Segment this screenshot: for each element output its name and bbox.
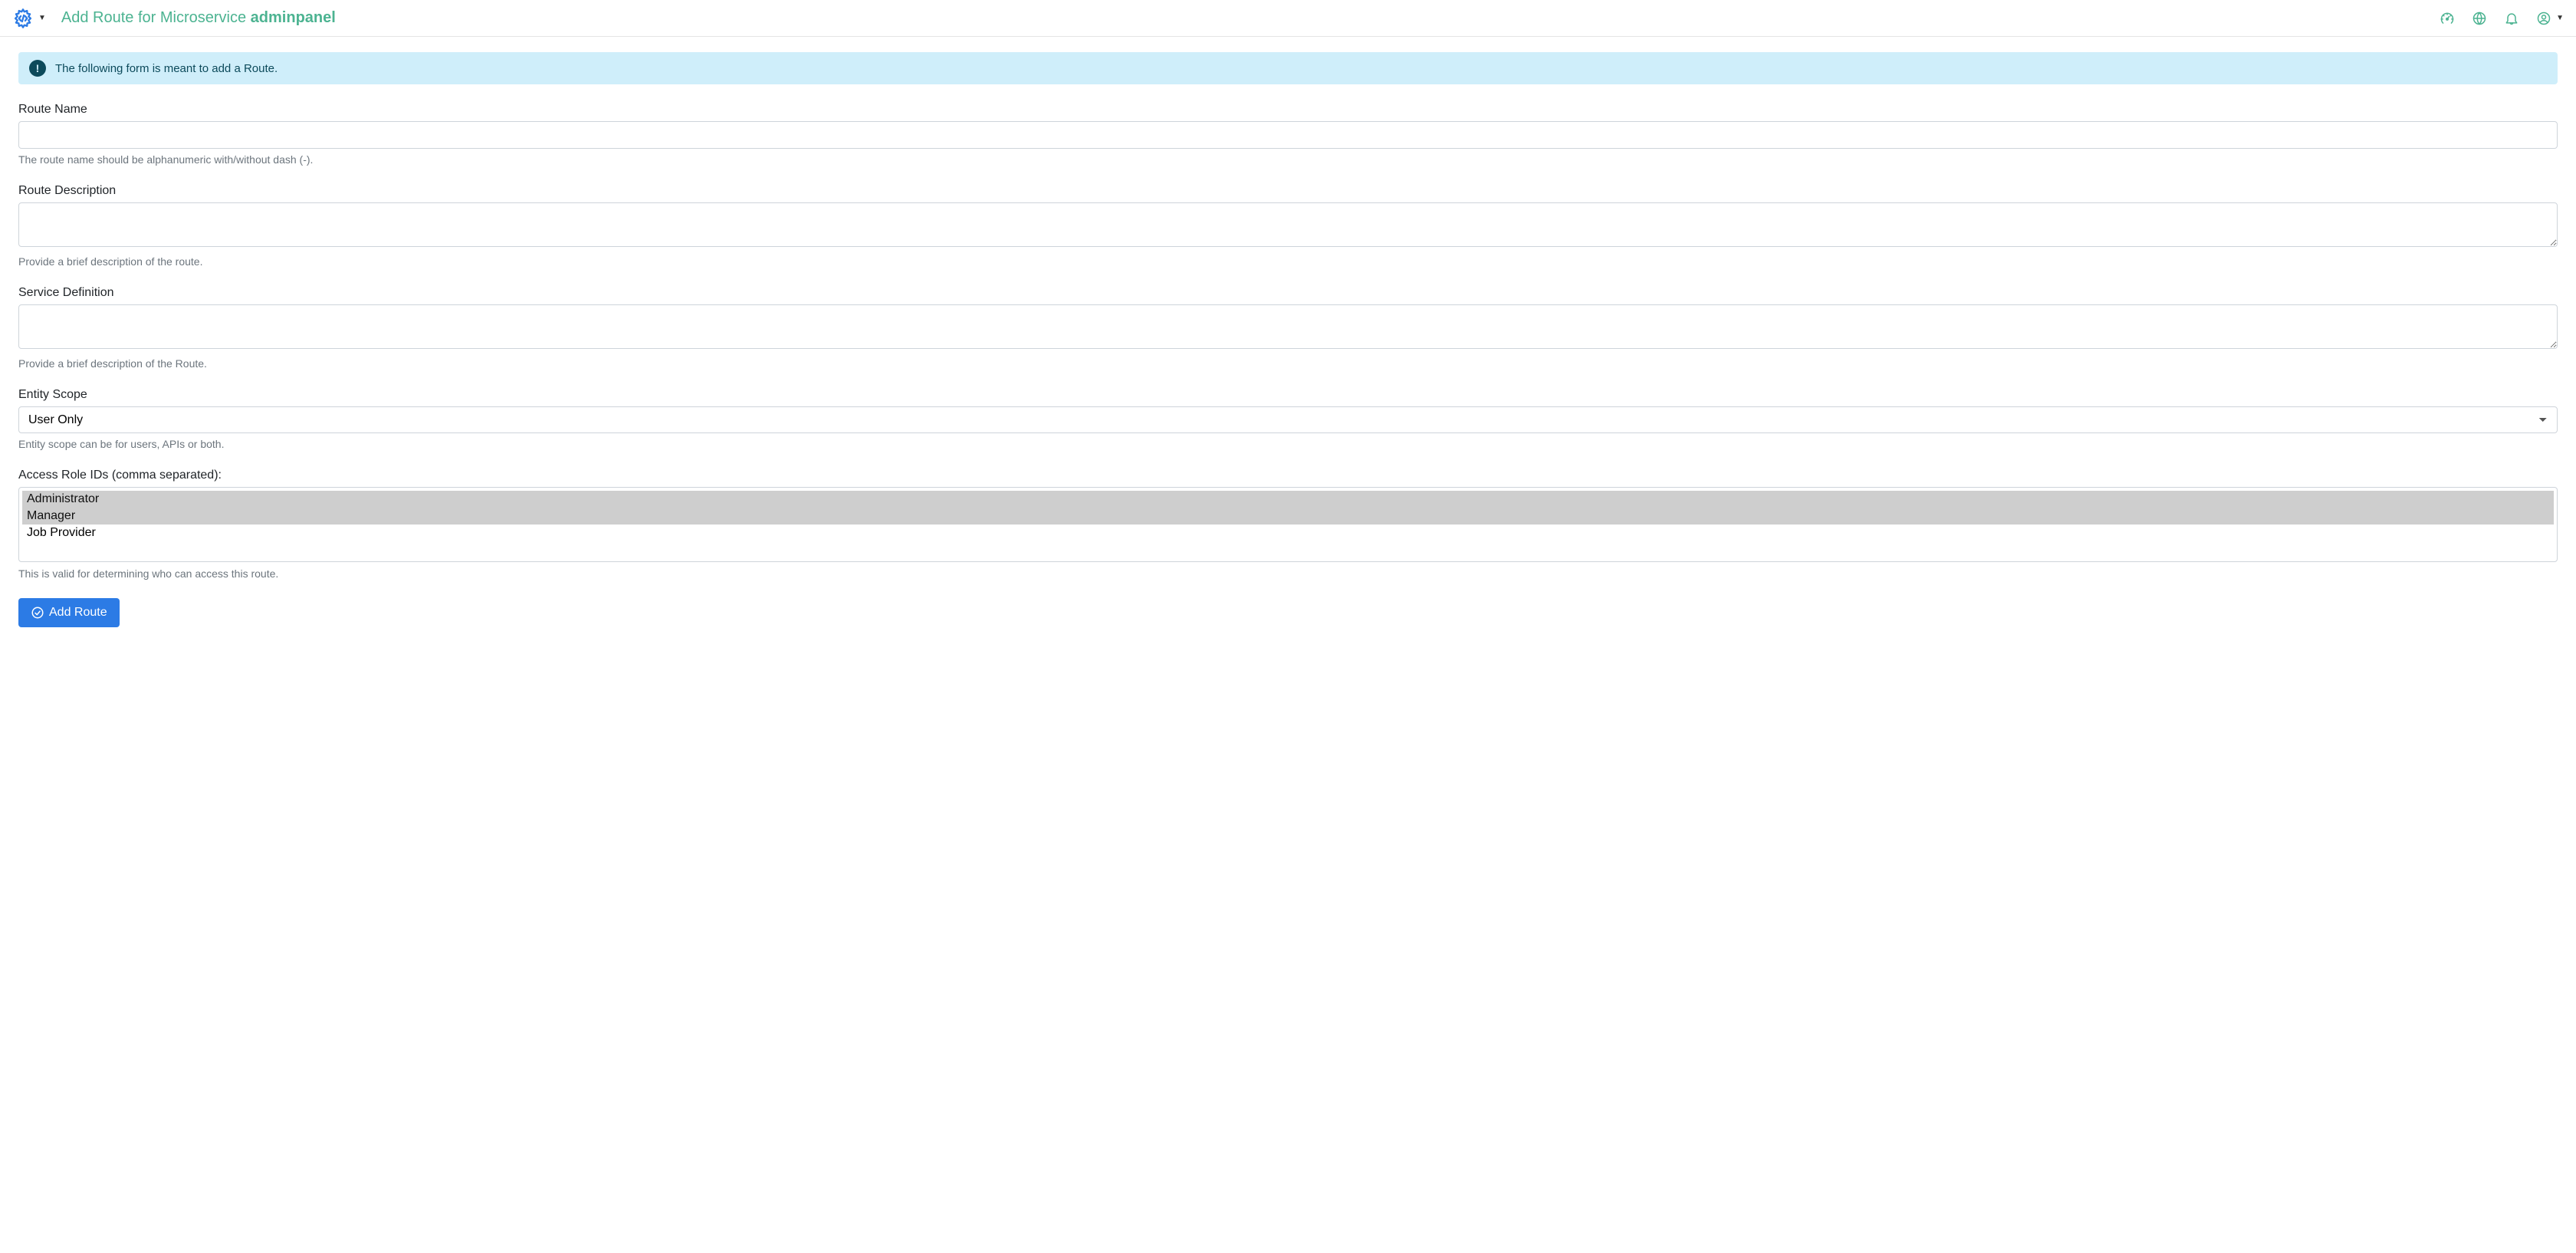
service-definition-label: Service Definition [18, 286, 2558, 300]
entity-scope-group: Entity Scope User Only Entity scope can … [18, 388, 2558, 450]
service-definition-group: Service Definition Provide a brief descr… [18, 286, 2558, 370]
service-definition-input[interactable] [18, 304, 2558, 349]
caret-down-icon: ▼ [38, 14, 46, 22]
topbar: ▼ Add Route for Microservice adminpanel [0, 0, 2576, 37]
page-title-prefix: Add Route for Microservice [61, 9, 251, 26]
route-name-label: Route Name [18, 103, 2558, 117]
add-route-button-label: Add Route [49, 606, 107, 620]
content: ! The following form is meant to add a R… [0, 37, 2576, 643]
add-route-button[interactable]: Add Route [18, 598, 120, 627]
route-description-group: Route Description Provide a brief descri… [18, 184, 2558, 268]
entity-scope-select[interactable]: User Only [18, 406, 2558, 433]
exclamation-icon: ! [29, 60, 46, 77]
page-title: Add Route for Microservice adminpanel [61, 9, 336, 27]
dashboard-icon[interactable] [2440, 11, 2455, 26]
access-role-option[interactable]: Job Provider [22, 525, 2554, 541]
info-banner: ! The following form is meant to add a R… [18, 52, 2558, 84]
user-menu[interactable]: ▼ [2536, 11, 2564, 26]
access-roles-label: Access Role IDs (comma separated): [18, 469, 2558, 482]
topbar-actions: ▼ [2440, 11, 2564, 26]
entity-scope-help: Entity scope can be for users, APIs or b… [18, 438, 2558, 450]
info-banner-text: The following form is meant to add a Rou… [55, 62, 278, 75]
access-role-option[interactable]: Administrator [22, 491, 2554, 508]
gear-code-icon [12, 8, 34, 29]
caret-down-icon: ▼ [2556, 14, 2564, 22]
route-description-label: Route Description [18, 184, 2558, 198]
route-description-help: Provide a brief description of the route… [18, 255, 2558, 268]
route-name-input[interactable] [18, 121, 2558, 149]
globe-icon[interactable] [2472, 11, 2487, 26]
route-description-input[interactable] [18, 202, 2558, 247]
page-title-name: adminpanel [251, 9, 336, 26]
access-roles-select[interactable]: AdministratorManagerJob Provider [18, 487, 2558, 562]
access-roles-group: Access Role IDs (comma separated): Admin… [18, 469, 2558, 580]
entity-scope-label: Entity Scope [18, 388, 2558, 402]
user-circle-icon [2536, 11, 2551, 26]
check-circle-icon [31, 606, 44, 620]
bell-icon[interactable] [2504, 11, 2519, 26]
route-name-group: Route Name The route name should be alph… [18, 103, 2558, 166]
logo-dropdown[interactable]: ▼ [12, 8, 46, 29]
route-name-help: The route name should be alphanumeric wi… [18, 153, 2558, 166]
service-definition-help: Provide a brief description of the Route… [18, 357, 2558, 370]
access-role-option[interactable]: Manager [22, 508, 2554, 525]
access-roles-help: This is valid for determining who can ac… [18, 567, 2558, 580]
